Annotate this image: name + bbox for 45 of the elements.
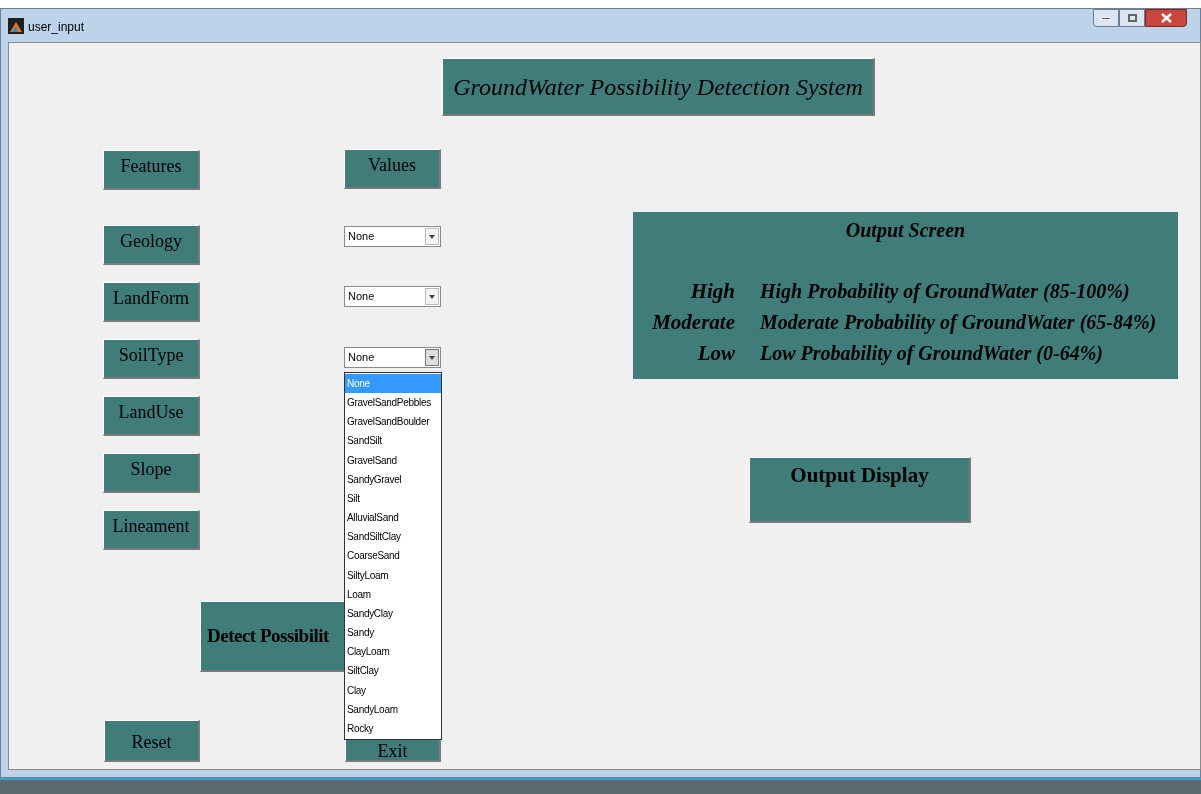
dropdown[interactable]: None bbox=[344, 286, 441, 307]
dropdown-option[interactable]: GravelSandBoulder bbox=[345, 412, 441, 432]
feature-label: Slope bbox=[103, 453, 200, 493]
feature-label: SoilType bbox=[103, 339, 200, 379]
app-icon bbox=[8, 18, 24, 34]
column-header: Values bbox=[344, 149, 441, 189]
close-button[interactable] bbox=[1145, 9, 1187, 27]
dropdown[interactable]: None bbox=[344, 226, 441, 247]
dropdown-option[interactable]: SandyLoam bbox=[345, 699, 441, 719]
dropdown-option[interactable]: Silt bbox=[345, 488, 441, 509]
dropdown-option[interactable]: Loam bbox=[345, 584, 441, 604]
level-label: Low bbox=[697, 340, 735, 367]
column-header: Features bbox=[103, 150, 200, 190]
dropdown[interactable]: None bbox=[344, 347, 441, 368]
output-screen-title: Output Screen bbox=[844, 218, 967, 244]
dropdown-option[interactable]: SandyClay bbox=[345, 603, 441, 624]
dropdown-option[interactable]: CoarseSand bbox=[345, 546, 441, 566]
dropdown-option[interactable]: AlluvialSand bbox=[345, 508, 441, 528]
dropdown-option[interactable]: Clay bbox=[345, 680, 441, 700]
app-title: GroundWater Possibility Detection System bbox=[442, 58, 875, 116]
level-label: High bbox=[690, 278, 735, 305]
reset-button[interactable]: Reset bbox=[104, 720, 200, 762]
minimize-button[interactable] bbox=[1093, 9, 1119, 27]
feature-label: Lineament bbox=[103, 510, 200, 550]
window-title: user_input bbox=[28, 19, 85, 36]
close-icon bbox=[1160, 13, 1172, 23]
feature-label: LandForm bbox=[103, 282, 200, 322]
minimize-icon bbox=[1101, 16, 1111, 20]
dropdown-option[interactable]: Sandy bbox=[345, 623, 441, 643]
level-description: Moderate Probability of GroundWater (65-84%) bbox=[760, 310, 1157, 336]
dropdown-option[interactable]: ClayLoam bbox=[345, 642, 441, 662]
maximize-icon bbox=[1127, 14, 1137, 22]
feature-label: LandUse bbox=[103, 396, 200, 436]
level-label: Moderate bbox=[652, 309, 735, 336]
output-display: Output Display bbox=[749, 457, 971, 523]
feature-label: Geology bbox=[103, 225, 200, 265]
dropdown-option[interactable]: SiltyLoam bbox=[345, 565, 441, 585]
dropdown-option[interactable]: GravelSand bbox=[345, 450, 441, 470]
dropdown-option[interactable]: SandSilt bbox=[345, 431, 441, 451]
maximize-button[interactable] bbox=[1119, 9, 1145, 27]
dropdown-option[interactable]: GravelSandPebbles bbox=[345, 393, 441, 413]
level-description: Low Probability of GroundWater (0-64%) bbox=[760, 341, 1103, 367]
dropdown-option[interactable]: SandyGravel bbox=[345, 469, 441, 489]
level-description: High Probability of GroundWater (85-100%) bbox=[760, 279, 1130, 305]
dropdown-option[interactable]: SandSiltClay bbox=[345, 527, 441, 547]
